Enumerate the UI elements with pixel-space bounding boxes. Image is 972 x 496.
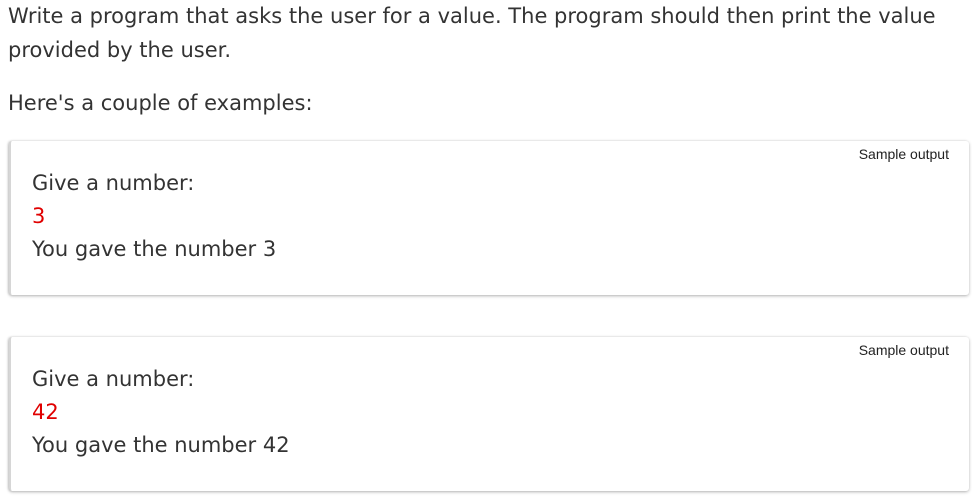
sample-output-box: Sample output Give a number: 42 You gave… xyxy=(9,337,969,491)
sample-output-title: Sample output xyxy=(858,146,949,162)
sample-output-box: Sample output Give a number: 3 You gave … xyxy=(9,141,969,295)
examples-lead-text: Here's a couple of examples: xyxy=(8,91,313,115)
exercise-instructions: Write a program that asks the user for a… xyxy=(8,4,936,62)
program-output-line: You gave the number 3 xyxy=(32,237,277,261)
exercise-description: Write a program that asks the user for a… xyxy=(8,0,970,67)
sample-output-lines: Give a number: 3 You gave the number 3 xyxy=(32,167,276,266)
user-input-line: 42 xyxy=(32,400,59,424)
user-input-line: 3 xyxy=(32,204,46,228)
sample-output-lines: Give a number: 42 You gave the number 42 xyxy=(32,363,290,462)
program-output-line: You gave the number 42 xyxy=(32,433,290,457)
program-output-line: Give a number: xyxy=(32,171,195,195)
program-output-line: Give a number: xyxy=(32,367,195,391)
sample-output-title: Sample output xyxy=(858,342,949,358)
